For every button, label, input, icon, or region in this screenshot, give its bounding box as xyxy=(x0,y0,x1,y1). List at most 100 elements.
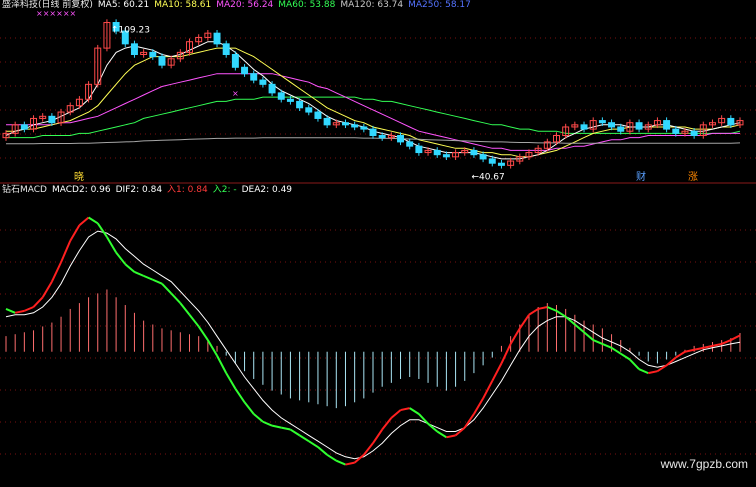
dif-segment xyxy=(565,315,576,326)
candle xyxy=(497,162,505,166)
candle xyxy=(378,135,386,139)
dif-segment xyxy=(693,346,704,351)
dif-segment xyxy=(317,446,328,456)
macd2-value: MACD2: 0.96 xyxy=(51,185,111,195)
candle xyxy=(369,128,377,137)
candle xyxy=(415,145,423,154)
candle xyxy=(663,120,671,130)
dif-segment xyxy=(124,263,136,273)
dif-segment xyxy=(152,278,163,285)
dif-segment xyxy=(289,428,301,437)
dif-segment xyxy=(427,422,438,433)
dif-segment xyxy=(436,430,447,439)
dif-segment xyxy=(179,302,191,316)
signal-marker-3: 涨 xyxy=(688,171,698,183)
candle xyxy=(433,149,441,156)
dif-segment xyxy=(14,309,25,314)
candle xyxy=(48,115,56,124)
candle xyxy=(130,43,138,56)
dif-segment xyxy=(712,342,722,347)
dif-segment xyxy=(611,346,622,355)
dif-segment xyxy=(703,344,713,349)
dif-segment xyxy=(134,271,145,277)
dif-segment xyxy=(546,306,557,312)
dif-segment xyxy=(299,434,310,443)
candle xyxy=(158,56,166,66)
candle xyxy=(222,43,230,56)
ma120-value: MA120: 63.74 xyxy=(340,0,404,10)
ma10-value: MA10: 58.61 xyxy=(154,0,212,10)
dif-segment xyxy=(271,424,282,429)
dif-segment xyxy=(188,314,200,328)
candle xyxy=(277,92,285,100)
candle xyxy=(479,154,487,160)
dif-segment xyxy=(32,296,44,308)
dif-segment xyxy=(326,453,337,462)
dif-segment xyxy=(620,352,631,361)
dif-segment xyxy=(335,459,346,466)
in1-value: 入1: 0.84 xyxy=(167,185,208,195)
indicator-title: 钻石MACD xyxy=(2,185,47,195)
dif-segment xyxy=(675,350,686,359)
dif-segment xyxy=(281,426,291,431)
candle xyxy=(690,130,698,137)
candle xyxy=(360,126,368,130)
dif-segment xyxy=(23,306,34,312)
candle xyxy=(617,126,625,132)
dif-segment xyxy=(638,368,649,375)
candle xyxy=(149,51,157,58)
dif-segment xyxy=(161,282,172,295)
dif-segment xyxy=(170,292,182,304)
main-legend: 盛泽科技(日线 前复权) MA5: 60.21 MA10: 58.61 MA20: 5… xyxy=(2,0,476,11)
candle xyxy=(598,120,606,124)
candle xyxy=(442,154,450,158)
signal-marker-1: 晓 xyxy=(74,171,84,183)
candle xyxy=(351,124,359,128)
dif-segment xyxy=(509,327,521,345)
dif-segment xyxy=(143,274,154,281)
dif-segment xyxy=(308,440,319,448)
dif-segment xyxy=(345,461,355,466)
dif-segment xyxy=(372,428,384,444)
dif-segment xyxy=(601,343,612,349)
candle xyxy=(488,158,496,164)
candle xyxy=(241,66,249,75)
dif-segment xyxy=(60,240,72,263)
candle xyxy=(397,135,405,143)
candle xyxy=(406,141,414,147)
candle xyxy=(250,73,258,81)
candle xyxy=(296,100,304,109)
ma20-value: MA20: 56.24 xyxy=(216,0,274,10)
dif-segment xyxy=(41,281,53,298)
candle xyxy=(286,98,294,102)
stock-chart[interactable]: ××××××↑109.23←40.67×晓财涨 xyxy=(0,0,756,487)
dif-segment xyxy=(363,442,374,456)
watermark: www.7gpzb.com xyxy=(660,457,748,471)
candle xyxy=(314,111,322,119)
candle xyxy=(727,117,735,126)
dif-segment xyxy=(491,362,503,382)
macd-panel xyxy=(5,216,741,466)
dif-segment xyxy=(537,306,548,310)
dif-segment xyxy=(500,343,512,364)
candle xyxy=(213,32,221,45)
dea2-value: DEA2: 0.49 xyxy=(241,185,293,195)
dif-segment xyxy=(225,372,237,390)
dif-segment xyxy=(206,339,218,357)
cross-mark-label: × xyxy=(232,89,239,98)
dif-segment xyxy=(648,370,658,375)
high-price-label: ↑109.23 xyxy=(111,25,150,35)
ma-slow-line xyxy=(6,73,740,151)
dif-segment xyxy=(243,401,255,415)
candle xyxy=(259,79,267,85)
ma250-value: MA250: 58.17 xyxy=(408,0,471,10)
candle xyxy=(580,124,588,130)
candle xyxy=(635,122,643,130)
dif-segment xyxy=(518,314,530,329)
candle xyxy=(231,54,239,68)
dif-segment xyxy=(78,216,90,227)
signal-marker-2: 财 xyxy=(636,170,646,183)
candle xyxy=(268,83,276,94)
in2-value: 入2: - xyxy=(212,185,237,195)
dif-segment xyxy=(69,224,81,242)
